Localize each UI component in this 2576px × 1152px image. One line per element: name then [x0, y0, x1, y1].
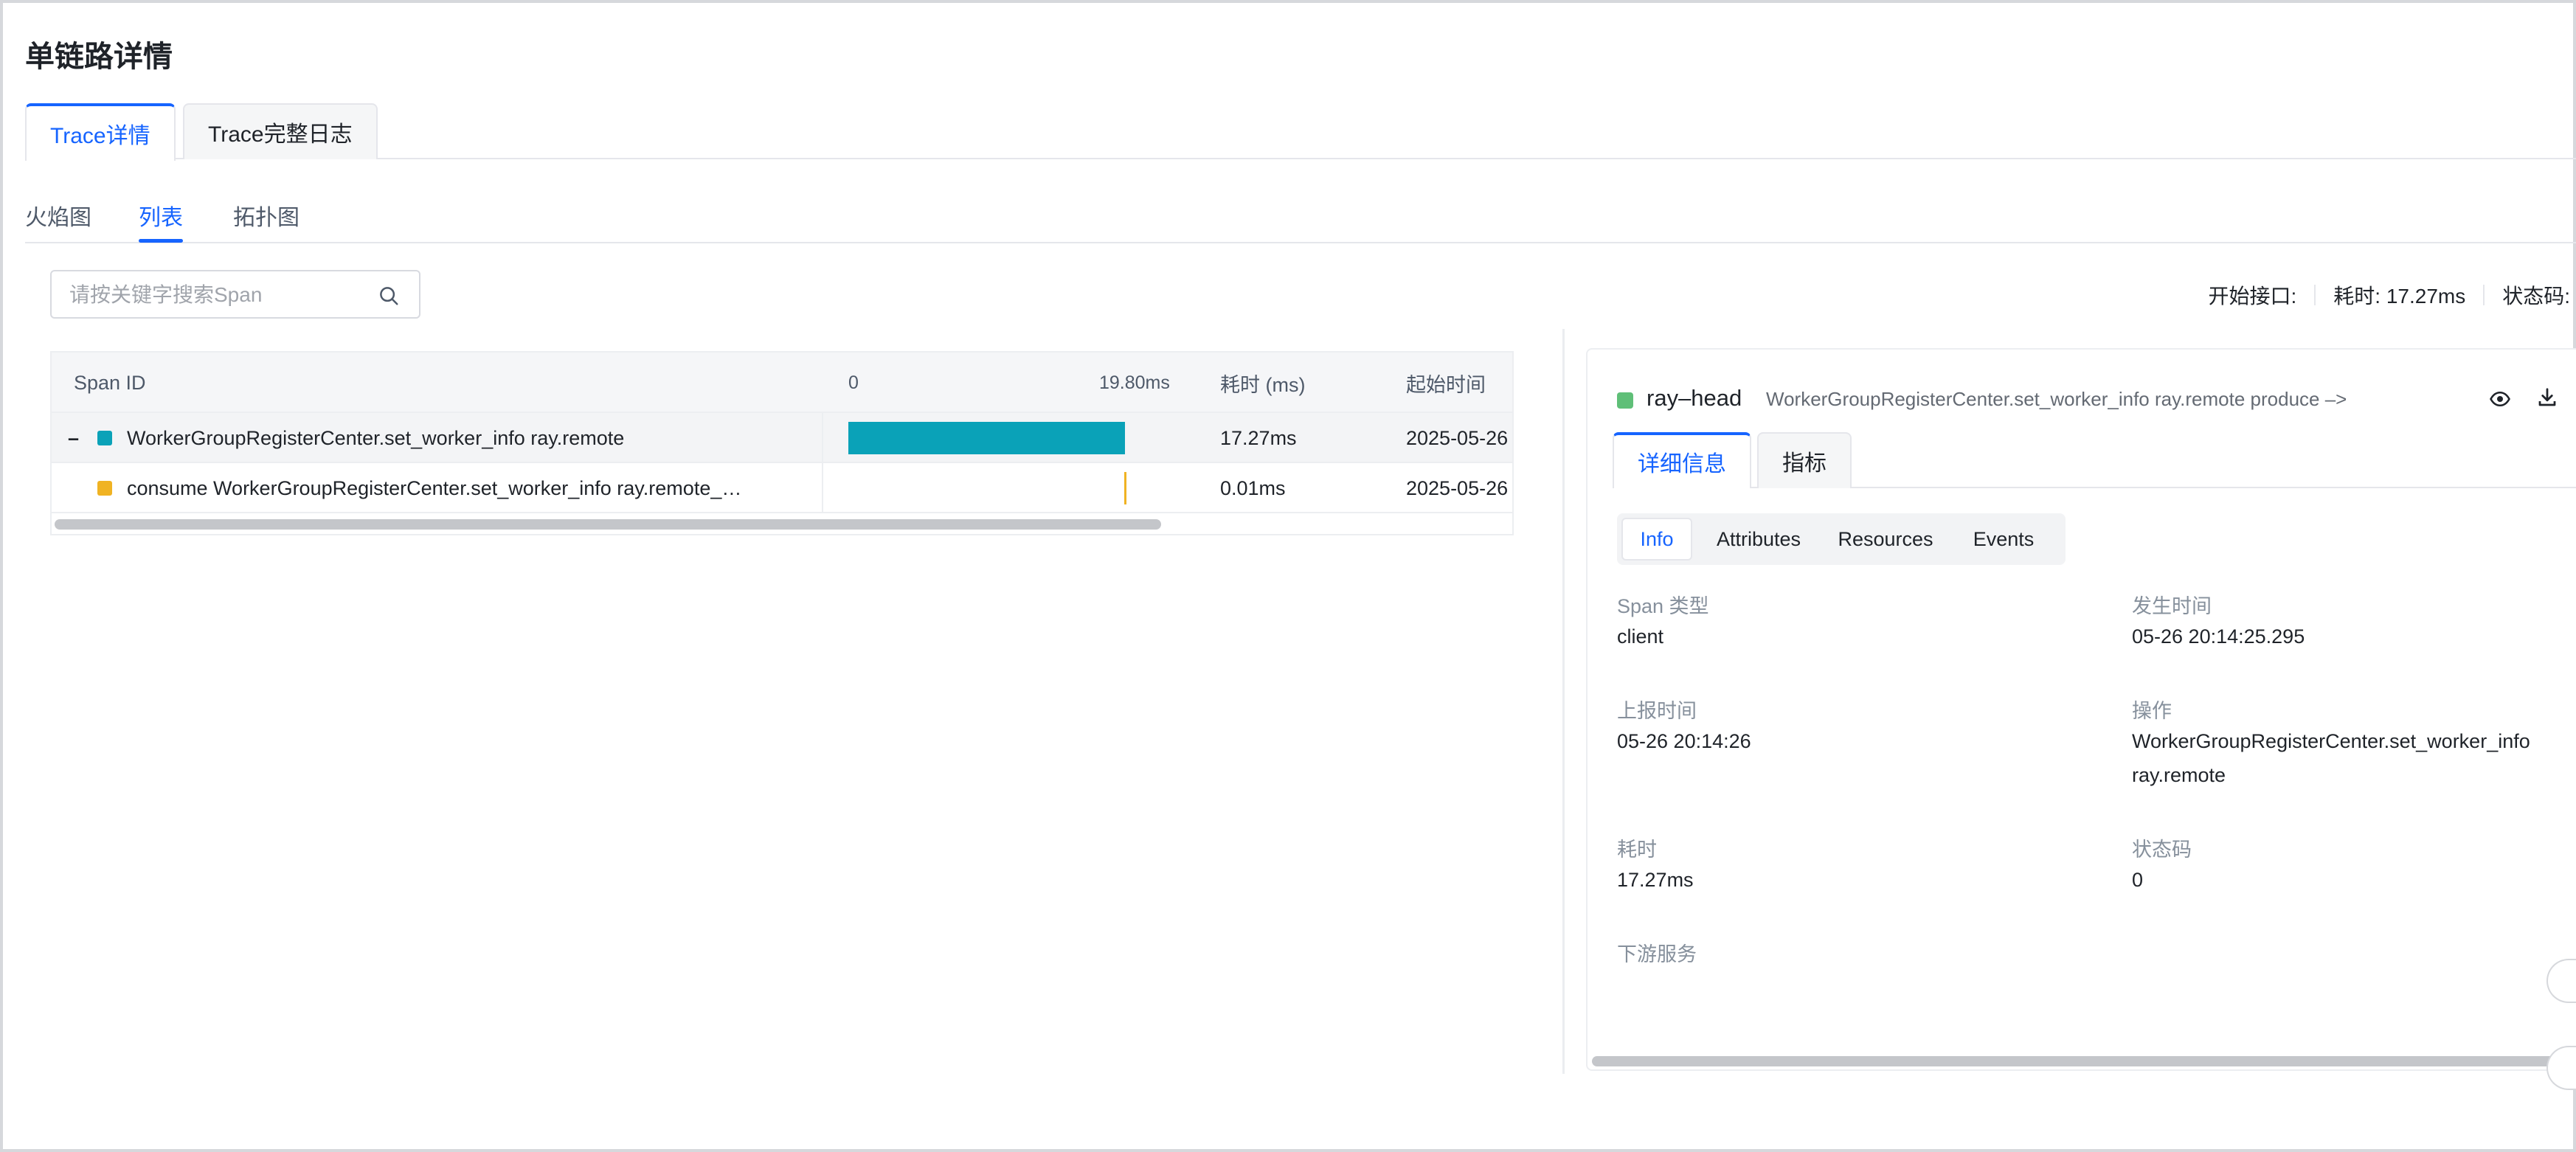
table-horizontal-scrollbar[interactable]: [55, 519, 1161, 530]
trace-summary: 开始接口: 耗时: 17.27ms 状态码:: [2208, 280, 2570, 310]
summary-separator: [2483, 285, 2485, 305]
segment-events[interactable]: Events: [1953, 518, 2054, 561]
summary-status: 状态码:: [2502, 285, 2570, 308]
span-start-time: 2025-05-26 2: [1406, 426, 1514, 449]
eye-icon[interactable]: [2489, 388, 2511, 410]
search-box[interactable]: [50, 270, 420, 319]
span-name-cell[interactable]: WorkerGroupRegisterCenter.set_worker_inf…: [97, 413, 624, 463]
table-row[interactable]: consume WorkerGroupRegisterCenter.set_wo…: [52, 463, 1512, 513]
field-value-occur-time: 05-26 20:14:25.295: [2132, 625, 2305, 648]
span-start-time: 2025-05-26 2: [1406, 476, 1514, 499]
span-detail-panel: ray–head WorkerGroupRegisterCenter.set_w…: [1586, 348, 2576, 1071]
header-duration: 耗时 (ms): [1220, 373, 1306, 396]
field-label-status-code: 状态码: [2132, 839, 2192, 861]
field-value-operation-line1: WorkerGroupRegisterCenter.set_worker_inf…: [2132, 730, 2530, 752]
subtab-list[interactable]: 列表: [139, 199, 183, 232]
tab-detail-info[interactable]: 详细信息: [1613, 432, 1751, 488]
summary-start-interface: 开始接口:: [2208, 285, 2297, 308]
header-start-time: 起始时间: [1406, 373, 1486, 396]
span-table: Span ID 0 19.80ms 耗时 (ms) 起始时间 – WorkerG…: [50, 351, 1514, 535]
span-duration-bar[interactable]: [1124, 472, 1126, 504]
segment-info[interactable]: Info: [1621, 518, 1692, 561]
header-scale-start: 0: [848, 372, 859, 393]
search-input[interactable]: [69, 280, 364, 310]
table-header: Span ID 0 19.80ms 耗时 (ms) 起始时间: [52, 353, 1512, 413]
table-row[interactable]: – WorkerGroupRegisterCenter.set_worker_i…: [52, 413, 1512, 463]
header-span-id: Span ID: [74, 371, 146, 394]
page-title: 单链路详情: [25, 41, 173, 73]
span-name-cell[interactable]: consume WorkerGroupRegisterCenter.set_wo…: [97, 463, 741, 513]
span-duration: 0.01ms: [1220, 476, 1286, 499]
field-label-duration: 耗时: [1617, 839, 1657, 861]
tab-trace-detail[interactable]: Trace详情: [25, 103, 176, 161]
header-scale-end: 19.80ms: [1099, 372, 1170, 393]
field-label-span-type: Span 类型: [1617, 595, 1709, 617]
field-value-duration: 17.27ms: [1617, 869, 1694, 891]
detail-segmented-control: Info Attributes Resources Events: [1617, 513, 2066, 565]
summary-separator: [2314, 285, 2316, 305]
collapse-toggle-icon[interactable]: –: [68, 413, 79, 463]
subtabs-divider: [25, 242, 2576, 243]
span-name: WorkerGroupRegisterCenter.set_worker_inf…: [127, 426, 625, 449]
segment-attributes[interactable]: Attributes: [1703, 518, 1815, 561]
subtab-topology[interactable]: 拓扑图: [233, 199, 300, 232]
segment-resources[interactable]: Resources: [1829, 518, 1942, 561]
span-color-marker: [97, 481, 112, 496]
span-name: consume WorkerGroupRegisterCenter.set_wo…: [127, 476, 742, 499]
operation-name: WorkerGroupRegisterCenter.set_worker_inf…: [1766, 388, 2347, 410]
tab-trace-full-log[interactable]: Trace完整日志: [183, 103, 378, 159]
field-value-status-code: 0: [2132, 869, 2144, 891]
span-duration-bar[interactable]: [848, 422, 1125, 454]
active-subtab-indicator: [139, 239, 183, 243]
search-icon[interactable]: [378, 285, 400, 307]
tab-metrics[interactable]: 指标: [1757, 432, 1852, 488]
field-value-operation-line2: ray.remote: [2132, 764, 2226, 786]
top-tabs-divider: [25, 158, 2576, 159]
download-icon[interactable]: [2536, 386, 2558, 409]
service-color-marker: [1617, 392, 1633, 409]
panel-resize-handle[interactable]: [1562, 329, 1565, 1074]
field-value-span-type: client: [1617, 625, 1664, 648]
service-name: ray–head: [1647, 385, 1742, 411]
span-duration: 17.27ms: [1220, 426, 1297, 449]
column-divider: [822, 413, 823, 513]
summary-duration: 耗时: 17.27ms: [2333, 285, 2466, 308]
field-label-occur-time: 发生时间: [2132, 595, 2212, 617]
panel-horizontal-scrollbar[interactable]: [1592, 1056, 2575, 1066]
subtab-flame-graph[interactable]: 火焰图: [25, 199, 91, 232]
field-label-report-time: 上报时间: [1617, 700, 1697, 722]
field-label-operation: 操作: [2132, 700, 2172, 722]
span-color-marker: [97, 431, 112, 445]
field-label-downstream: 下游服务: [1617, 943, 1697, 965]
field-value-report-time: 05-26 20:14:26: [1617, 730, 1751, 752]
